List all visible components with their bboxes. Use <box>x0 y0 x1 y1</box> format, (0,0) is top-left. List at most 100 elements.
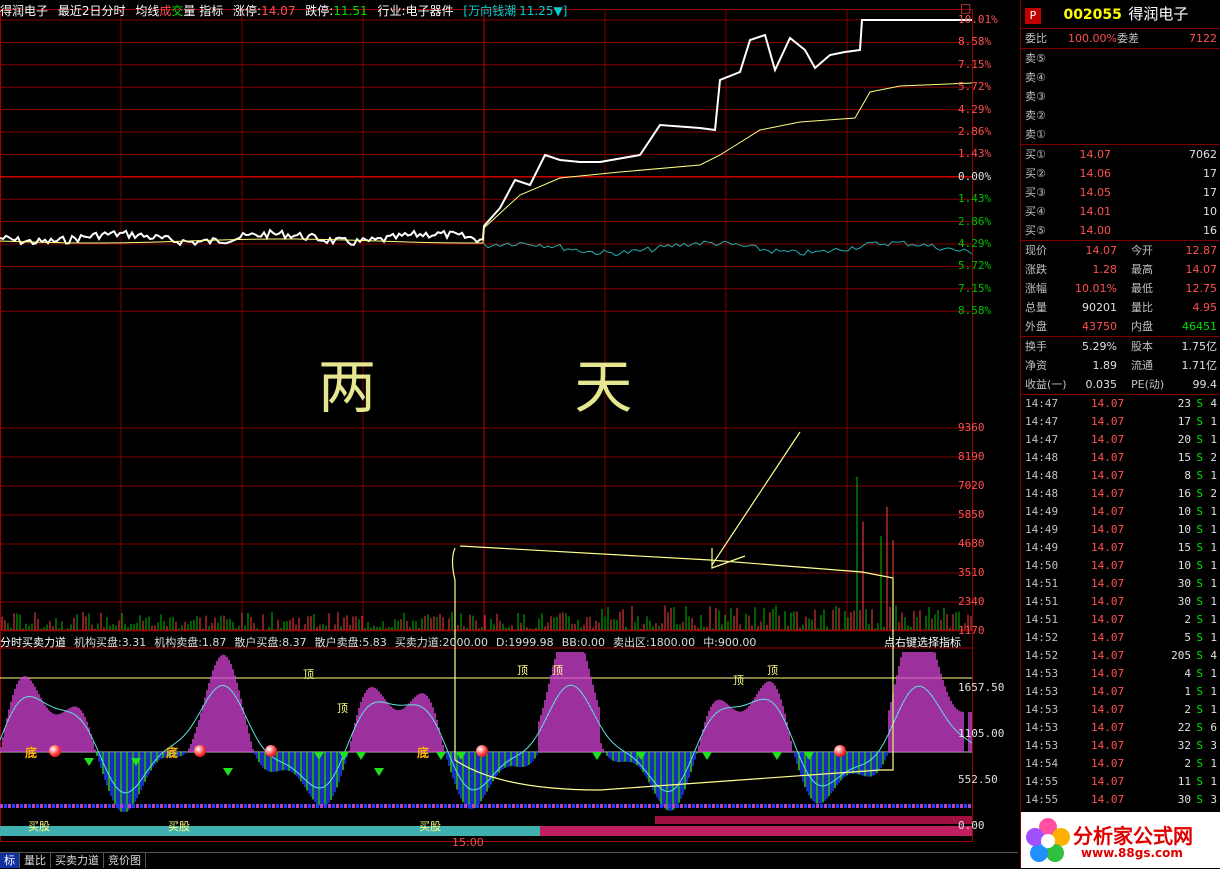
trade-bs: S <box>1196 775 1203 788</box>
trade-p: 14.07 <box>1091 703 1125 716</box>
strip-mark <box>784 804 787 808</box>
tab-0[interactable]: 标 <box>0 853 20 868</box>
flower-logo-icon <box>1026 818 1070 862</box>
axis-tick-label: 8.58% <box>958 35 992 49</box>
strip-mark <box>232 804 235 808</box>
strip-mark <box>776 804 779 808</box>
chart-frame <box>0 9 973 842</box>
buy-level: 买① 14.07 7062 <box>1021 145 1220 164</box>
buy-level: 买④ 14.01 10 <box>1021 202 1220 221</box>
indicator-name[interactable]: 分时买卖力道 <box>0 636 66 649</box>
strip-mark <box>592 804 595 808</box>
bottom-tab-bar: 标量比 买卖力道 竞价图 <box>0 852 1018 869</box>
strip-mark <box>284 804 287 808</box>
reference-line <box>483 240 973 257</box>
chart-area[interactable]: 得润电子 最近2日分时 均线成交量 指标 涨停:14.07 跌停:11.51 行… <box>0 0 1018 852</box>
top-marker: 顶 <box>552 664 563 677</box>
strip-mark <box>32 804 35 808</box>
trade-p: 14.07 <box>1091 667 1125 680</box>
strip-mark <box>848 804 851 808</box>
strip-mark <box>424 804 427 808</box>
strip-mark <box>560 804 563 808</box>
strip-mark <box>404 804 407 808</box>
buy-level: 买③ 14.05 17 <box>1021 183 1220 202</box>
strip-mark <box>932 804 935 808</box>
industry-value: 电子器件 <box>405 4 454 18</box>
indicator-value: 卖出区:1800.00 <box>612 636 696 649</box>
down-arrow-icon <box>374 768 384 776</box>
strip-mark <box>300 804 303 808</box>
trade-row: 14:53 14.07 2 S 1 <box>1021 701 1220 719</box>
trade-t: 14:48 <box>1025 487 1059 500</box>
strip-mark <box>884 804 887 808</box>
strip-mark <box>792 804 795 808</box>
trade-n: 1 <box>1210 685 1217 698</box>
limit-down: 跌停:11.51 <box>305 4 373 18</box>
tab-2[interactable]: 买卖力道 <box>51 853 104 868</box>
trade-row: 14:55 14.07 30 S 3 <box>1021 791 1220 809</box>
strip-mark <box>408 804 411 808</box>
strip-mark <box>352 804 355 808</box>
indicator-toggle[interactable]: 指标 <box>199 4 223 18</box>
strip-mark <box>464 804 467 808</box>
quote-stat-value: 10.01% <box>1075 282 1117 295</box>
strip-mark <box>852 804 855 808</box>
chart-title[interactable]: 最近2日分时 <box>58 4 126 18</box>
trade-p: 14.07 <box>1091 757 1125 770</box>
strip-mark <box>836 804 839 808</box>
tab-1[interactable]: 量比 <box>20 853 51 868</box>
sell-level: 卖① <box>1021 125 1220 144</box>
strip-mark <box>184 804 187 808</box>
right-click-hint[interactable]: 点右键选择指标 <box>884 634 961 650</box>
strip-mark <box>208 804 211 808</box>
trade-vol: 16 <box>1177 487 1191 500</box>
intraday-chart[interactable] <box>0 0 1018 852</box>
strip-mark <box>568 804 571 808</box>
strip-mark <box>52 804 55 808</box>
quote-stat-label-2: 最低 <box>1131 282 1153 295</box>
strip-mark <box>552 804 555 808</box>
strip-mark <box>64 804 67 808</box>
sell-level: 卖④ <box>1021 68 1220 87</box>
avg-line-toggle[interactable]: 均线 <box>135 4 159 18</box>
trade-n: 2 <box>1210 487 1217 500</box>
stock-title-name: 得润电子 <box>1128 5 1189 23</box>
sector-name[interactable]: [万向钱潮 <box>463 4 516 18</box>
trade-row: 14:53 14.07 22 S 6 <box>1021 719 1220 737</box>
strip-mark <box>504 804 507 808</box>
trade-bs: S <box>1196 433 1203 446</box>
ball-marker-icon <box>49 745 61 757</box>
strip-mark <box>212 804 215 808</box>
strip-mark <box>324 804 327 808</box>
trade-row: 14:49 14.07 10 S 1 <box>1021 521 1220 539</box>
trade-row: 14:51 14.07 30 S 1 <box>1021 575 1220 593</box>
sector-price[interactable]: 11.25▼] <box>519 4 567 18</box>
strip-mark <box>188 804 191 808</box>
strip-mark <box>512 804 515 808</box>
strip-mark <box>12 804 15 808</box>
axis-tick-label: 8.58% <box>958 304 992 318</box>
strip-mark <box>312 804 315 808</box>
tab-3[interactable]: 竞价图 <box>104 853 146 868</box>
strip-mark <box>84 804 87 808</box>
quote-stat-label: 外盘 <box>1025 320 1047 333</box>
strip-mark <box>708 804 711 808</box>
strip-mark <box>384 804 387 808</box>
trade-t: 14:52 <box>1025 649 1059 662</box>
tick-trades-list[interactable]: 14:47 14.07 23 S 4 14:47 14.07 17 S 1 14:47 14.07 20… <box>1021 395 1220 809</box>
strip-mark <box>780 804 783 808</box>
strip-mark <box>56 804 59 808</box>
trade-vol: 22 <box>1177 721 1191 734</box>
axis-tick-label: 1105.00 <box>958 727 1005 740</box>
p-badge[interactable]: P <box>1025 8 1041 24</box>
quote-stat: 涨幅 10.01% 最低 12.75 <box>1021 279 1220 298</box>
strip-mark <box>524 804 527 808</box>
strip-mark <box>248 804 251 808</box>
trade-bs: S <box>1196 541 1203 554</box>
quote-stat: 外盘 43750 内盘 46451 <box>1021 317 1220 336</box>
strip-mark <box>108 804 111 808</box>
volume-toggle[interactable]: 成交量 <box>159 4 195 18</box>
buy-marker: 买股 <box>168 820 190 833</box>
sell-orders: 卖⑤ 卖④ 卖③ 卖② 卖① <box>1021 49 1220 145</box>
strip-mark <box>204 804 207 808</box>
